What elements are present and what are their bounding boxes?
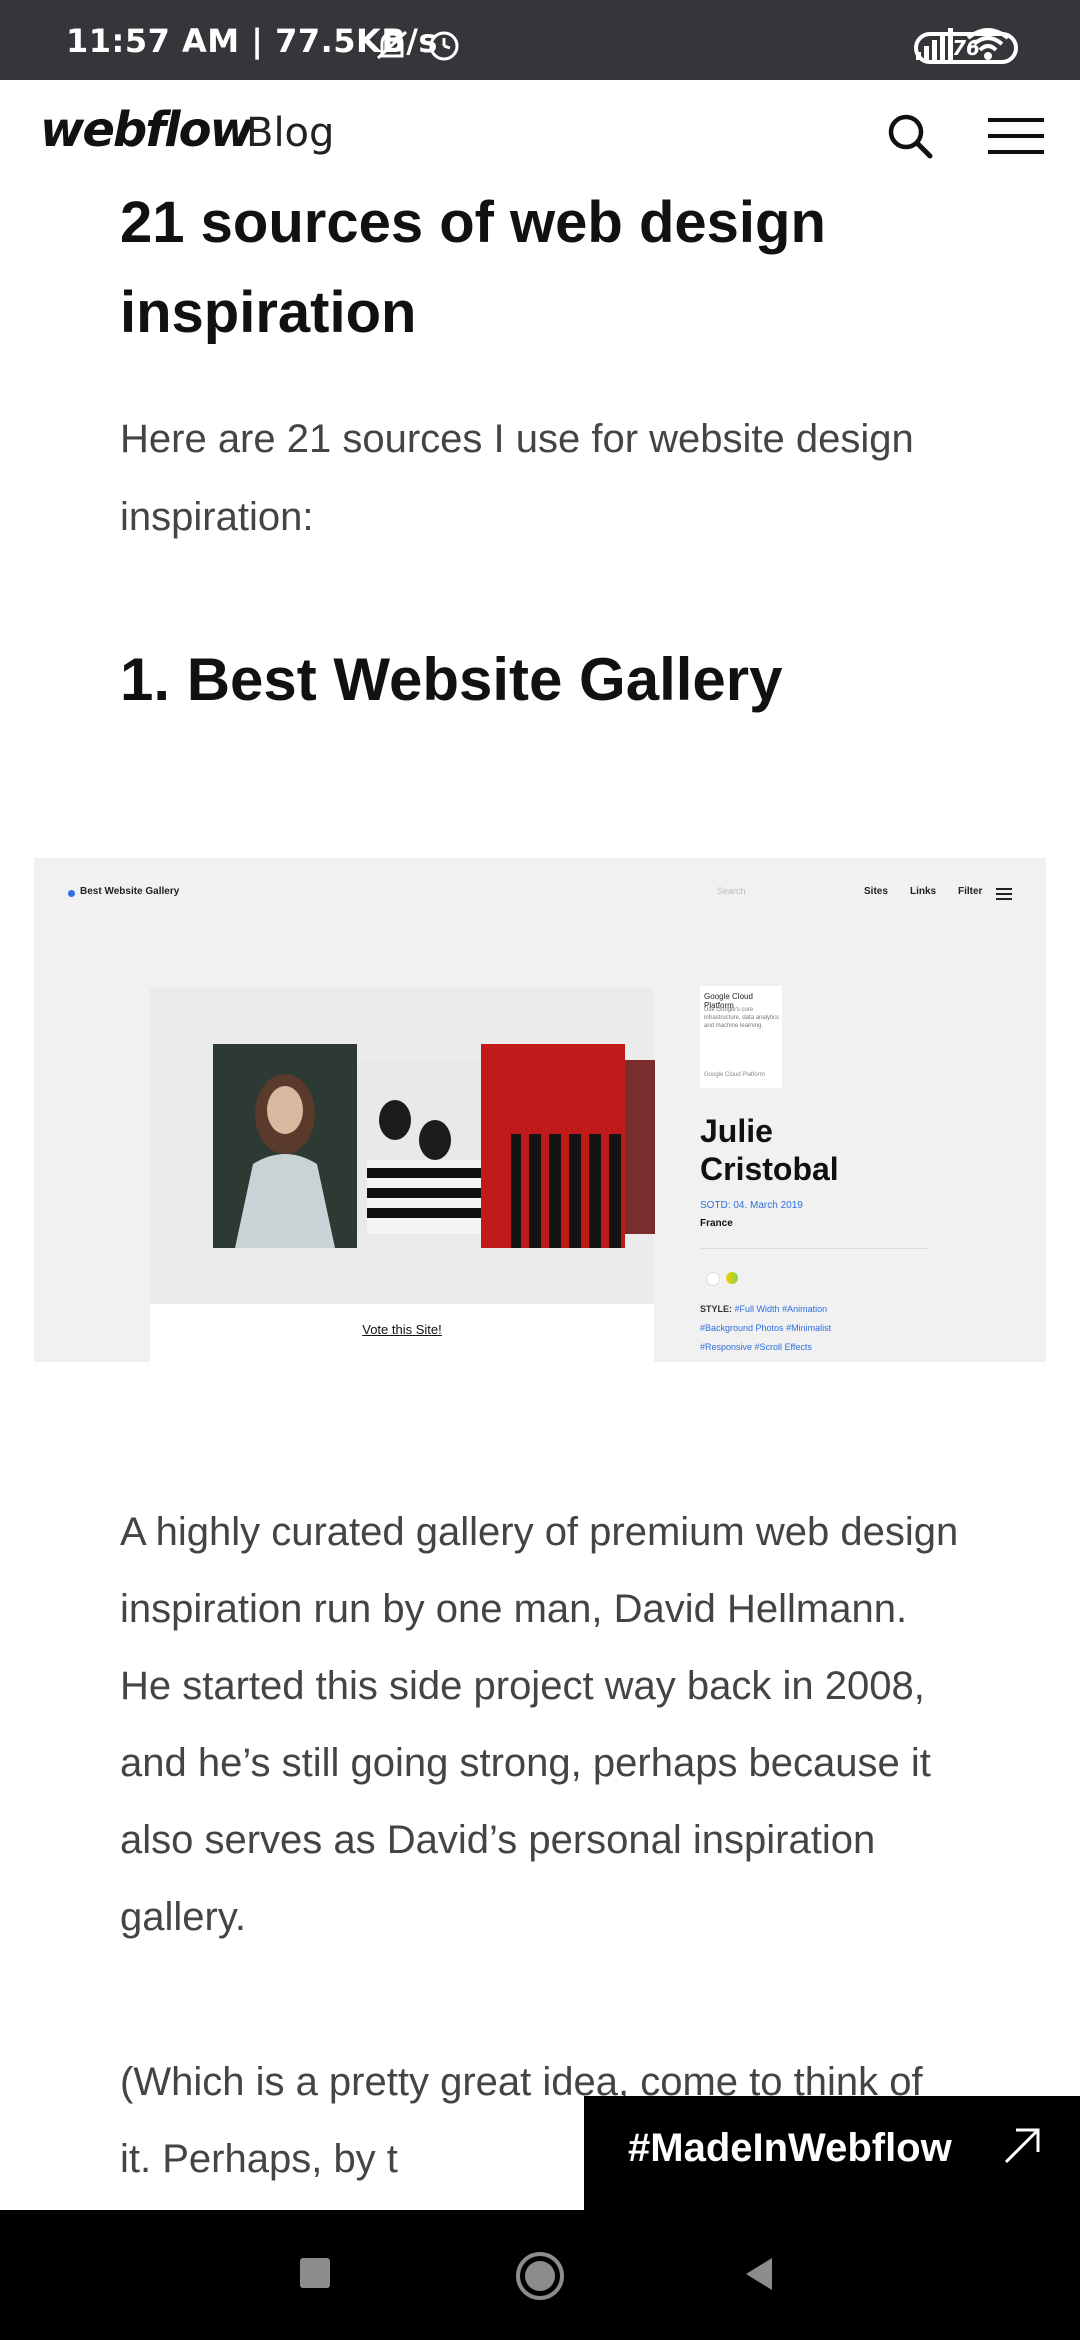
gallery-search: Search <box>717 886 746 896</box>
blog-label[interactable]: Blog <box>246 110 334 156</box>
back-button-icon[interactable] <box>740 2254 780 2294</box>
divider <box>700 1248 928 1249</box>
color-swatch-yellow <box>726 1272 738 1284</box>
google-ad-box: Google Cloud Platform Use Google's core … <box>700 986 782 1088</box>
article-paragraph-1: A highly curated gallery of premium web … <box>120 1510 959 1939</box>
gallery-nav-filter: Filter <box>958 886 983 897</box>
style-tag: #Full Width <box>734 1304 780 1314</box>
photo-partial <box>625 1060 655 1234</box>
status-bar: 11:57 AM | 77.5KB/s 76 <box>0 0 1080 80</box>
gallery-nav-sites: Sites <box>864 886 888 897</box>
status-left-icons <box>374 28 464 68</box>
style-tag: #Minimalist <box>786 1323 832 1333</box>
site-header: webflow Blog <box>0 80 1080 192</box>
home-button-icon[interactable] <box>514 2250 566 2302</box>
made-in-webflow-badge[interactable]: #MadeInWebflow <box>584 2096 1080 2212</box>
style-tag: #Background Photos <box>700 1323 784 1333</box>
best-website-gallery-screenshot: Best Website Gallery Search Sites Links … <box>34 858 1046 1362</box>
gallery-nav-links: Links <box>910 886 937 897</box>
style-tag: #Animation <box>782 1304 828 1314</box>
sotd-date: SOTD: 04. March 2019 <box>700 1200 803 1211</box>
recents-button[interactable] <box>300 2258 330 2288</box>
site-name-line1: Julie <box>700 1113 773 1149</box>
vote-link: Vote this Site! <box>362 1322 442 1337</box>
article-title: 21 sources of web design inspiration <box>120 190 826 345</box>
webflow-logo[interactable]: webflow <box>40 102 254 158</box>
site-country: France <box>700 1218 733 1229</box>
site-name-line2: Cristobal <box>700 1151 839 1187</box>
search-icon[interactable] <box>884 110 936 162</box>
hamburger-menu-icon[interactable] <box>988 116 1044 156</box>
style-tag: #Responsive <box>700 1342 753 1352</box>
ad-body: Use Google's core infrastructure, data a… <box>704 1007 780 1029</box>
article-intro: Here are 21 sources I use for website de… <box>120 417 914 539</box>
photo-woman-portrait <box>213 1044 357 1248</box>
brand-dot-icon <box>68 890 75 897</box>
ad-footer: Google Cloud Platform <box>704 1072 765 1078</box>
gallery-menu-icon <box>996 888 1012 900</box>
section-heading: 1. Best Website Gallery <box>120 646 783 713</box>
external-arrow-icon <box>1004 2128 1040 2164</box>
badge-label: #MadeInWebflow <box>628 2126 952 2170</box>
style-tags: STYLE: #Full Width #Animation #Backgroun… <box>700 1300 940 1357</box>
site-name: Julie Cristobal <box>700 1112 839 1188</box>
photo-two-women-striped <box>357 1060 481 1234</box>
mute-bell-icon <box>376 30 459 61</box>
photo-red-fabric <box>481 1044 625 1248</box>
color-swatch-white <box>706 1272 720 1286</box>
style-label: STYLE: <box>700 1304 733 1314</box>
vote-box: Vote this Site! <box>150 1304 654 1362</box>
style-tag: #Scroll Effects <box>754 1342 812 1352</box>
system-nav-bar <box>0 2210 1080 2340</box>
battery-indicator: 76 <box>914 32 1018 64</box>
gallery-brand: Best Website Gallery <box>80 886 180 897</box>
